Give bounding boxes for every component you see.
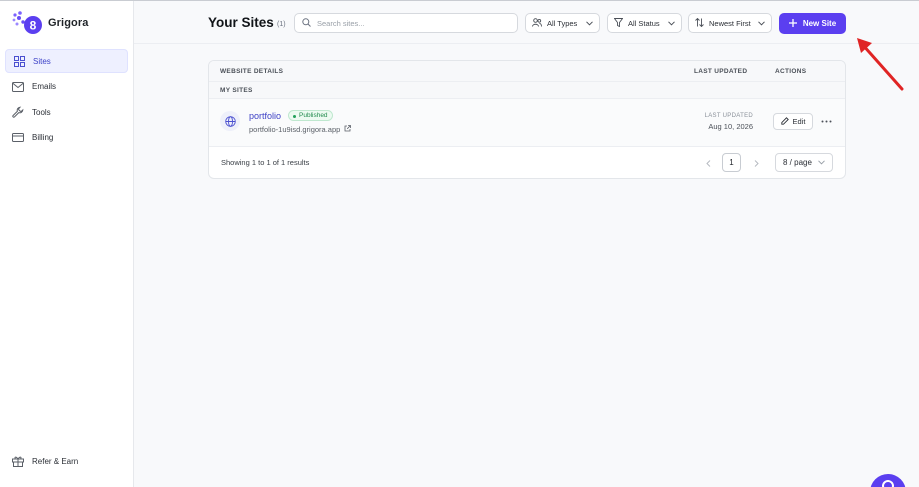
search-box[interactable]: [294, 13, 518, 33]
site-url-link[interactable]: portfolio-1u9isd.grigora.app: [249, 125, 352, 134]
svg-text:8: 8: [30, 19, 37, 33]
edit-label: Edit: [792, 117, 806, 126]
group-header: MY SITES: [209, 82, 845, 99]
brand[interactable]: 8 Grigora: [11, 10, 88, 36]
credit-card-icon: [12, 132, 24, 144]
group-label: MY SITES: [220, 87, 253, 94]
sort-icon: [695, 17, 704, 29]
types-filter-dropdown[interactable]: All Types: [525, 13, 600, 33]
sites-count: (1): [277, 21, 286, 28]
sidebar-item-tools[interactable]: Tools: [5, 100, 128, 124]
refer-and-earn-link[interactable]: Refer & Earn: [12, 455, 78, 467]
sidebar-item-label: Billing: [32, 133, 54, 143]
chat-icon: [882, 480, 894, 487]
search-icon: [302, 17, 311, 29]
grigora-logo-icon: 8: [11, 10, 43, 36]
column-header-details: WEBSITE DETAILS: [220, 68, 284, 75]
plus-icon: [788, 18, 797, 29]
sidebar-item-label: Emails: [32, 82, 57, 92]
page-size-label: 8 / page: [783, 158, 812, 167]
sort-label: Newest First: [709, 18, 751, 28]
sites-table: WEBSITE DETAILS LAST UPDATED ACTIONS MY …: [208, 60, 846, 179]
sidebar-nav: Sites Emails Tools Billing: [5, 49, 128, 151]
table-row[interactable]: portfolio Published portfolio-1u9isd.gri…: [209, 99, 845, 147]
page-size-select[interactable]: 8 / page: [775, 153, 833, 172]
external-link-icon: [344, 125, 352, 134]
site-name-link[interactable]: portfolio: [249, 111, 281, 121]
last-updated-label: LAST UPDATED: [704, 113, 753, 119]
sidebar: 8 Grigora Sites Emails Tools Billing Ref…: [0, 1, 134, 487]
types-filter-label: All Types: [547, 18, 578, 28]
last-updated-date: Aug 10, 2026: [708, 122, 753, 131]
column-header-actions: ACTIONS: [775, 68, 807, 75]
users-icon: [532, 17, 542, 29]
pencil-icon: [780, 116, 789, 127]
status-badge: Published: [288, 110, 333, 121]
refer-label: Refer & Earn: [32, 456, 79, 466]
more-options-icon[interactable]: [820, 113, 832, 130]
filter-icon: [613, 17, 624, 29]
results-summary: Showing 1 to 1 of 1 results: [221, 158, 310, 167]
page-header: Your Sites (1) All Types All Status: [134, 1, 919, 44]
grid-icon: [13, 55, 25, 67]
edit-button[interactable]: Edit: [773, 113, 813, 130]
sidebar-item-label: Sites: [33, 56, 51, 66]
wrench-icon: [12, 106, 24, 118]
chevron-down-icon: [668, 19, 675, 28]
search-input[interactable]: [317, 18, 507, 28]
chat-support-button[interactable]: [870, 474, 906, 487]
gift-icon: [12, 455, 24, 467]
column-header-updated: LAST UPDATED: [694, 68, 748, 75]
new-site-label: New Site: [802, 19, 837, 28]
annotation-arrow-icon: [857, 38, 904, 91]
brand-name: Grigora: [48, 17, 89, 29]
page-title: Your Sites: [208, 15, 274, 30]
prev-page-icon[interactable]: [703, 157, 713, 169]
sidebar-item-billing[interactable]: Billing: [5, 126, 128, 150]
status-filter-label: All Status: [628, 18, 660, 28]
status-filter-dropdown[interactable]: All Status: [607, 13, 682, 33]
chevron-down-icon: [758, 19, 765, 28]
sidebar-item-label: Tools: [32, 107, 51, 117]
site-url-text: portfolio-1u9isd.grigora.app: [249, 125, 341, 134]
mail-icon: [12, 81, 24, 93]
chevron-down-icon: [818, 158, 825, 167]
new-site-button[interactable]: New Site: [779, 13, 846, 34]
chevron-down-icon: [586, 19, 593, 28]
page-number-button[interactable]: 1: [722, 153, 741, 172]
globe-icon: [220, 111, 240, 131]
table-header: WEBSITE DETAILS LAST UPDATED ACTIONS: [209, 61, 845, 82]
table-footer: Showing 1 to 1 of 1 results 1 8 / page: [209, 147, 845, 178]
sort-dropdown[interactable]: Newest First: [688, 13, 772, 33]
sidebar-item-emails[interactable]: Emails: [5, 75, 128, 99]
sidebar-item-sites[interactable]: Sites: [5, 49, 128, 73]
next-page-icon[interactable]: [751, 157, 761, 169]
